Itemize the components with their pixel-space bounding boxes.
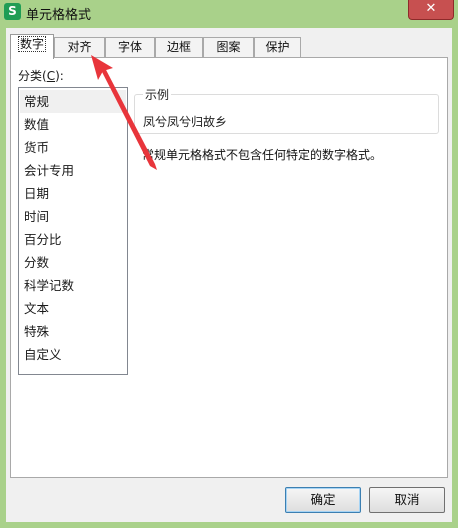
tab-border[interactable]: 边框 [155,37,203,58]
category-item-general[interactable]: 常规 [20,90,126,113]
category-item-scientific[interactable]: 科学记数 [20,274,126,297]
sample-value: 凤兮凤兮归故乡 [143,115,228,129]
tab-protection[interactable]: 保护 [254,37,301,58]
category-item-number[interactable]: 数值 [20,113,126,136]
format-description: 常规单元格格式不包含任何特定的数字格式。 [142,148,383,162]
wps-spreadsheet-icon: S [4,3,21,20]
dialog-body: 数字 对齐 字体 边框 图案 保护 分类(C): 常规 数值 货币 会计专用 日… [6,28,452,522]
category-label: 分类(C): [18,67,64,84]
category-label-prefix: 分类( [18,69,47,83]
tab-alignment[interactable]: 对齐 [54,37,105,58]
category-label-suffix: ): [55,69,64,83]
sample-group: 示例 凤兮凤兮归故乡 [134,86,439,134]
tab-label: 图案 [216,40,241,54]
tab-number[interactable]: 数字 [10,34,54,59]
tab-label: 对齐 [67,40,92,54]
title-bar[interactable]: S 单元格格式 ✕ [0,0,458,26]
category-item-custom[interactable]: 自定义 [20,343,126,366]
tab-font[interactable]: 字体 [105,37,155,58]
category-item-time[interactable]: 时间 [20,205,126,228]
ok-button[interactable]: 确定 [285,487,361,513]
dialog-title: 单元格格式 [26,8,92,23]
format-cells-dialog: S 单元格格式 ✕ 数字 对齐 字体 边框 图案 保护 分类(C): 常规 数值… [0,0,458,528]
category-item-text[interactable]: 文本 [20,297,126,320]
tab-pattern[interactable]: 图案 [203,37,254,58]
tab-label: 字体 [117,40,142,54]
category-item-percentage[interactable]: 百分比 [20,228,126,251]
tab-label: 保护 [265,40,290,54]
tab-label: 边框 [166,40,191,54]
cancel-button[interactable]: 取消 [369,487,445,513]
category-item-currency[interactable]: 货币 [20,136,126,159]
number-tab-panel: 分类(C): 常规 数值 货币 会计专用 日期 时间 百分比 分数 科学记数 文… [10,57,448,478]
sample-legend: 示例 [143,86,172,103]
category-item-date[interactable]: 日期 [20,182,126,205]
category-item-special[interactable]: 特殊 [20,320,126,343]
close-icon: ✕ [425,1,437,16]
tab-label: 数字 [17,36,47,52]
category-item-fraction[interactable]: 分数 [20,251,126,274]
category-list[interactable]: 常规 数值 货币 会计专用 日期 时间 百分比 分数 科学记数 文本 特殊 自定… [18,87,128,375]
close-button[interactable]: ✕ [408,0,454,20]
category-item-accounting[interactable]: 会计专用 [20,159,126,182]
category-label-accesskey: C [46,69,56,83]
